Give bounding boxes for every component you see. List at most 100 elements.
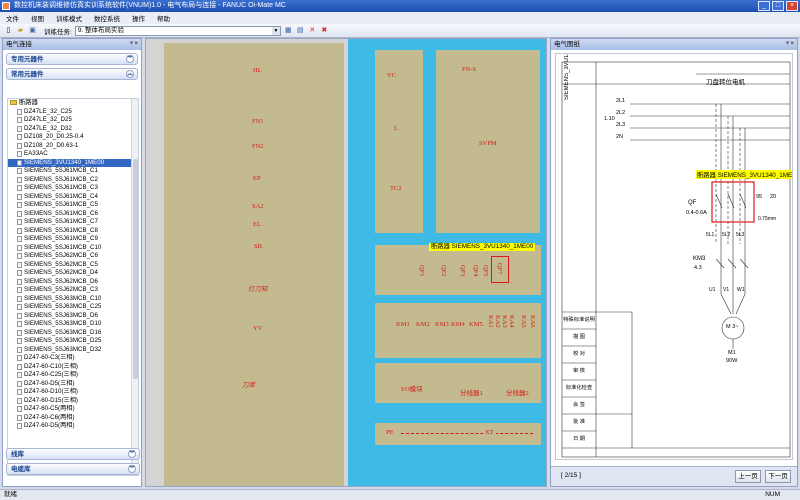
label-ep[interactable]: EP — [253, 175, 261, 182]
save-icon[interactable]: ▣ — [28, 26, 37, 35]
label-km4[interactable]: KM4 — [451, 321, 465, 328]
table-icon[interactable]: ▦ — [284, 26, 293, 35]
tree-root-breaker[interactable]: 断路器 — [8, 99, 138, 108]
group-cable-library[interactable]: 电缆库 ︾ — [6, 463, 140, 475]
tree-item[interactable]: DZ47LE_32_D25 — [8, 116, 138, 125]
label-tc2[interactable]: TC2 — [390, 185, 402, 192]
tree-item[interactable]: DZ47-60-C3(三相) — [8, 354, 138, 363]
tree-item[interactable]: SIEMENS_5SJ61MCB_C2 — [8, 176, 138, 185]
label-ka5[interactable]: KA5 — [520, 315, 527, 328]
tree-item[interactable]: DZ47-60-D5(三相) — [8, 380, 138, 389]
menu-help[interactable]: 帮助 — [157, 13, 170, 23]
chevron-down-icon[interactable]: ︾ — [128, 450, 136, 458]
tree-item[interactable]: DZ108_20_D0.63-1 — [8, 142, 138, 151]
scroll-thumb[interactable] — [133, 159, 138, 379]
block-breakers[interactable] — [375, 245, 541, 295]
label-lamp[interactable]: 灯刀知 — [248, 283, 268, 293]
next-page-button[interactable]: 下一页 — [765, 470, 791, 483]
tree-item[interactable]: SIEMENS_5SJ61MCB_C7 — [8, 218, 138, 227]
label-ka4[interactable]: KA4 — [508, 315, 515, 328]
tree-scrollbar[interactable] — [131, 99, 138, 475]
schematic-drawing[interactable]: SIEMENS_3VU1340_1ME00 刀盘转位电机 2L1 2L2 2L3… — [555, 53, 793, 460]
menu-operation[interactable]: 操作 — [132, 13, 145, 23]
delete-icon[interactable]: ✕ — [308, 26, 317, 35]
menu-file[interactable]: 文件 — [6, 13, 19, 23]
label-qf1[interactable]: QF1 — [418, 265, 425, 277]
close-button[interactable]: × — [786, 1, 798, 11]
tree-item[interactable]: SIEMENS_5SJ63MCB_D10 — [8, 320, 138, 329]
block-vc-l-tc2[interactable] — [375, 50, 423, 233]
label-ka2[interactable]: KA2 — [494, 315, 501, 328]
label-yv[interactable]: YV — [253, 325, 262, 332]
tree-item[interactable]: SIEMENS_5SJ63MCB_D32 — [8, 346, 138, 355]
prev-page-button[interactable]: 上一页 — [735, 470, 761, 483]
chevron-down-icon[interactable]: ︾ — [128, 465, 136, 473]
tree-item[interactable]: DZ47-60-C5(两相) — [8, 405, 138, 414]
tree-item[interactable]: SIEMENS_5SJ63MCB_D16 — [8, 329, 138, 338]
label-io-module[interactable]: I/O模块 — [401, 383, 423, 393]
tree-item[interactable]: DZ47-60-D15(三相) — [8, 397, 138, 406]
label-el[interactable]: EL — [253, 221, 261, 228]
tree-item[interactable]: SIEMENS_5SJ61MCB_C1 — [8, 167, 138, 176]
chevron-down-icon[interactable]: ▼ — [271, 26, 280, 35]
tree-item[interactable]: SIEMENS_5SJ62MCB_C6 — [8, 252, 138, 261]
chevron-up-icon[interactable]: ︽ — [126, 70, 134, 78]
label-fns[interactable]: FN-S — [462, 66, 476, 73]
label-km5[interactable]: KM5 — [469, 321, 483, 328]
label-tool-magazine[interactable]: 刀库 — [242, 379, 255, 389]
tree-item[interactable]: SIEMENS_5SJ61MCB_C8 — [8, 227, 138, 236]
label-pe[interactable]: PE — [386, 429, 394, 436]
label-qf5[interactable]: QF5 — [482, 265, 489, 277]
tree-item[interactable]: SIEMENS_5SJ63MCB_D25 — [8, 337, 138, 346]
open-folder-icon[interactable]: ▰ — [16, 26, 25, 35]
tree-item[interactable]: DZ47LE_32_D32 — [8, 125, 138, 134]
task-select[interactable]: 9. 整体布局实验 ▼ — [74, 25, 281, 36]
block-contactors[interactable] — [375, 303, 541, 358]
label-qf2[interactable]: QF2 — [440, 265, 447, 277]
tree-item[interactable]: SIEMENS_5SJ61MCB_C3 — [8, 184, 138, 193]
menu-nc-system[interactable]: 数控系统 — [94, 13, 120, 23]
label-km2[interactable]: KM2 — [416, 321, 430, 328]
tree-item[interactable]: SIEMENS_5SJ62MCB_D6 — [8, 278, 138, 287]
tree-item[interactable]: SIEMENS_5SJ61MCB_C10 — [8, 244, 138, 253]
tree-item[interactable]: SIEMENS_5SJ63MCB_D6 — [8, 312, 138, 321]
tree-item[interactable]: SIEMENS_5SJ61MCB_C4 — [8, 193, 138, 202]
tree-item[interactable]: SIEMENS_5SJ61MCB_C6 — [8, 210, 138, 219]
tree-item[interactable]: SIEMENS_5SJ63MCB_C25 — [8, 303, 138, 312]
label-km3[interactable]: KM3 — [435, 321, 449, 328]
label-splitter-1[interactable]: 分线器1 — [460, 387, 483, 397]
menu-view[interactable]: 视图 — [31, 13, 44, 23]
label-km1[interactable]: KM1 — [396, 321, 410, 328]
tree-item[interactable]: SIEMENS_5SJ61MCB_C5 — [8, 201, 138, 210]
label-sb[interactable]: SB — [254, 243, 262, 250]
block-terminal[interactable] — [375, 423, 541, 445]
group-wire-library[interactable]: 线库 ︾ — [6, 448, 140, 460]
tree-item[interactable]: SIEMENS_5SJ62MCB_C5 — [8, 261, 138, 270]
label-sa2[interactable]: SA2 — [252, 203, 264, 210]
pin-icon[interactable]: ᵠ × — [130, 39, 138, 50]
label-splitter-2[interactable]: 分线器2 — [506, 387, 529, 397]
clear-icon[interactable]: ✖ — [320, 26, 329, 35]
minimize-button[interactable]: _ — [758, 1, 770, 11]
maximize-button[interactable]: □ — [772, 1, 784, 11]
group-common-components[interactable]: 常用元器件 ︽ — [6, 68, 138, 80]
label-svpm[interactable]: SVPM — [479, 140, 497, 147]
tree-item[interactable]: DZ47-60-C10(三相) — [8, 363, 138, 372]
group-special-components[interactable]: 专用元器件 ︾ — [6, 53, 138, 65]
block-io[interactable] — [375, 363, 541, 403]
tree-item[interactable]: SIEMENS_5SJ61MCB_C9 — [8, 235, 138, 244]
tree-item[interactable]: SIEMENS_5SJ63MCB_C10 — [8, 295, 138, 304]
tree-item[interactable]: SIEMENS_5SJ62MCB_C3 — [8, 286, 138, 295]
label-ka1[interactable]: KA1 — [487, 315, 494, 328]
new-file-icon[interactable]: ▯ — [4, 26, 13, 35]
tree-item[interactable]: DZ47-60-D5(两相) — [8, 422, 138, 431]
tree-item[interactable]: SIEMENS_3VU1340_1ME00 — [8, 158, 138, 167]
label-fn1[interactable]: FN1 — [252, 118, 264, 125]
tree-item[interactable]: DZ47LE_32_C25 — [8, 108, 138, 117]
tree-item[interactable]: DZ47-60-C25(三相) — [8, 371, 138, 380]
label-vc[interactable]: VC — [387, 72, 396, 79]
menu-training-mode[interactable]: 训练模式 — [56, 13, 82, 23]
label-qf7[interactable]: QF7 — [496, 263, 503, 275]
tree-item[interactable]: DZ108_20_D0.25-0.4 — [8, 133, 138, 142]
label-qf4[interactable]: QF4 — [472, 265, 479, 277]
